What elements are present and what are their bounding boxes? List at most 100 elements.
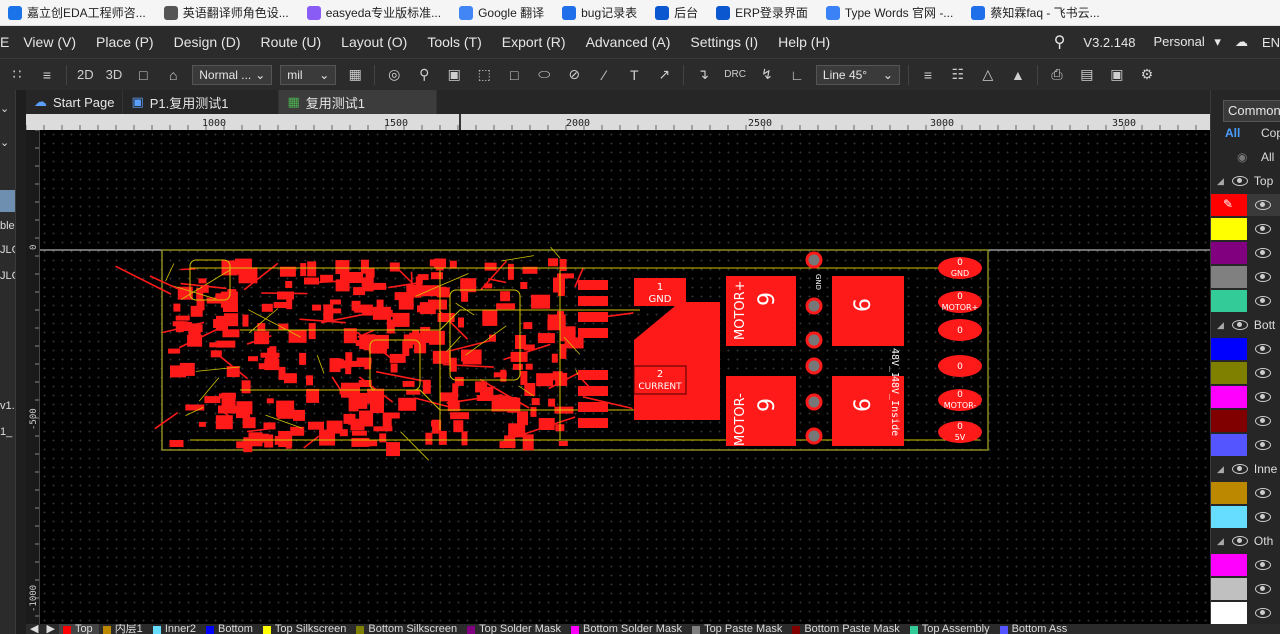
layer-color-swatch[interactable] <box>1211 602 1247 624</box>
selected-row[interactable] <box>0 190 15 212</box>
eye-icon[interactable] <box>1255 608 1271 618</box>
grid-icon[interactable]: ▦ <box>344 64 366 86</box>
collapse-icon[interactable]: ◢ <box>1217 320 1224 331</box>
menu-item[interactable]: Tools (T) <box>417 34 491 50</box>
collapse-icon[interactable]: ◢ <box>1217 464 1224 475</box>
eye-icon[interactable] <box>1255 440 1271 450</box>
menu-partial[interactable]: E <box>0 34 13 50</box>
ellipse-icon[interactable]: ⬭ <box>533 64 555 86</box>
mirror-icon[interactable]: △ <box>977 64 999 86</box>
layer-color-swatch[interactable] <box>1211 554 1247 576</box>
pcb-drawing[interactable]: 1 GND 2 CURRENT MOTOR+ 9 MOTOR- 9 6 48V_… <box>40 130 1210 624</box>
bookmark-item[interactable]: easyeda专业版标准... <box>299 0 451 25</box>
track-icon[interactable]: ↯ <box>756 64 778 86</box>
collapse-icon[interactable]: ◢ <box>1217 536 1224 547</box>
scroll-right-icon[interactable]: ▶ <box>42 624 58 634</box>
eye-icon[interactable] <box>1255 560 1271 570</box>
layer-color-swatch[interactable] <box>1211 410 1247 432</box>
distribute-icon[interactable]: ☷ <box>947 64 969 86</box>
bookmark-item[interactable]: 英语翻译师角色设... <box>156 0 299 25</box>
panel-chevron-icon[interactable]: ⌄ <box>0 136 9 149</box>
layer-tab[interactable]: Top Solder Mask <box>463 624 567 634</box>
menu-item[interactable]: Export (R) <box>492 34 576 50</box>
flip-icon[interactable]: ▲ <box>1007 64 1029 86</box>
layer-color-swatch[interactable] <box>1211 506 1247 528</box>
menu-item[interactable]: View (V) <box>13 34 86 50</box>
text-icon[interactable]: T <box>623 64 645 86</box>
layer-color-swatch[interactable] <box>1211 434 1247 456</box>
layer-tab[interactable]: Bottom Silkscreen <box>352 624 463 634</box>
bookmark-item[interactable]: bug记录表 <box>554 0 647 25</box>
no-entry-icon[interactable]: ⊘ <box>563 64 585 86</box>
layer-color-swatch[interactable]: ✎ <box>1211 194 1247 216</box>
gerber-icon[interactable]: ⎙ <box>1046 64 1068 86</box>
bookmark-item[interactable]: Type Words 官网 -... <box>818 0 963 25</box>
mode-select[interactable]: Normal ... ⌄ <box>192 64 273 85</box>
pin-icon[interactable]: ⚲ <box>413 64 435 86</box>
layer-tab[interactable]: Top Silkscreen <box>259 624 353 634</box>
line-mode-select[interactable]: Line 45° ⌄ <box>815 64 900 85</box>
route-icon[interactable]: ↴ <box>692 64 714 86</box>
filter-all[interactable]: All <box>1225 126 1240 140</box>
layer-tab[interactable]: Top Assembly <box>906 624 996 634</box>
layer-row[interactable] <box>1211 554 1280 576</box>
layer-group[interactable]: ◢ Inne <box>1211 458 1280 480</box>
layer-color-swatch[interactable] <box>1211 386 1247 408</box>
drc-button[interactable]: DRC <box>724 69 746 80</box>
scroll-left-icon[interactable]: ◀ <box>26 624 42 634</box>
align-icon[interactable]: ≡ <box>917 64 939 86</box>
menu-item[interactable]: Design (D) <box>164 34 251 50</box>
layer-tab[interactable]: Top <box>58 624 99 634</box>
eye-icon[interactable] <box>1231 176 1248 186</box>
dimension-icon[interactable]: ↗ <box>653 64 675 86</box>
menu-item[interactable]: Help (H) <box>768 34 840 50</box>
layer-group[interactable]: ◢ Oth <box>1211 530 1280 552</box>
cloud-icon[interactable]: ☁ <box>1235 34 1248 50</box>
menu-item[interactable]: Advanced (A) <box>576 34 681 50</box>
polygon-icon[interactable]: □ <box>503 64 525 86</box>
eye-icon[interactable] <box>1255 200 1271 210</box>
layer-color-swatch[interactable] <box>1211 362 1247 384</box>
layer-row[interactable] <box>1211 506 1280 528</box>
layer-color-swatch[interactable] <box>1211 218 1247 240</box>
layer-tab[interactable]: 内层1 <box>99 624 149 634</box>
eye-icon[interactable] <box>1231 464 1248 474</box>
search-icon[interactable]: ⚲ <box>1054 32 1066 52</box>
select-area-icon[interactable]: □ <box>132 64 154 86</box>
diff-pair-icon[interactable]: ∟ <box>786 64 808 86</box>
layer-row[interactable] <box>1211 362 1280 384</box>
layer-group[interactable]: ◢ Bott <box>1211 314 1280 336</box>
settings-icon[interactable]: ⚙ <box>1136 64 1158 86</box>
layer-color-swatch[interactable] <box>1211 482 1247 504</box>
tab-schematic[interactable]: ▦ 复用测试1 <box>279 90 438 114</box>
panel-collapse-icon[interactable]: ⌄ <box>0 102 9 115</box>
eye-icon[interactable] <box>1255 368 1271 378</box>
frame-icon[interactable]: ▣ <box>443 64 465 86</box>
bookmark-item[interactable]: 后台 <box>647 0 708 25</box>
eye-icon[interactable] <box>1231 320 1248 330</box>
cart-icon[interactable]: ▣ <box>1106 64 1128 86</box>
pcb-canvas[interactable]: 1 GND 2 CURRENT MOTOR+ 9 MOTOR- 9 6 48V_… <box>40 130 1210 624</box>
menu-item[interactable]: Settings (I) <box>680 34 768 50</box>
line-icon[interactable]: ⁄ <box>593 64 615 86</box>
layer-row[interactable] <box>1211 602 1280 624</box>
lang-label[interactable]: EN <box>1262 35 1280 50</box>
eye-icon[interactable] <box>1255 584 1271 594</box>
layer-tab[interactable]: Bottom Paste Mask <box>788 624 905 634</box>
layer-row[interactable] <box>1211 266 1280 288</box>
search-list-icon[interactable]: ≡ <box>36 64 58 86</box>
layer-tab[interactable]: Bottom Solder Mask <box>567 624 688 634</box>
edition-select[interactable]: Personal ▾ <box>1153 34 1220 50</box>
eye-icon[interactable] <box>1255 296 1271 306</box>
layer-row[interactable]: ✎ <box>1211 194 1280 216</box>
eye-icon[interactable] <box>1231 536 1248 546</box>
region-icon[interactable]: ⬚ <box>473 64 495 86</box>
layer-tab[interactable]: Inner2 <box>149 624 202 634</box>
layer-color-swatch[interactable] <box>1211 242 1247 264</box>
camera-icon[interactable]: ▤ <box>1076 64 1098 86</box>
layer-tab[interactable]: Top Paste Mask <box>688 624 788 634</box>
grid-toggle-icon[interactable]: ∷ <box>6 64 28 86</box>
measure-icon[interactable]: ⌂ <box>162 64 184 86</box>
eye-icon[interactable] <box>1255 512 1271 522</box>
menu-item[interactable]: Route (U) <box>250 34 331 50</box>
